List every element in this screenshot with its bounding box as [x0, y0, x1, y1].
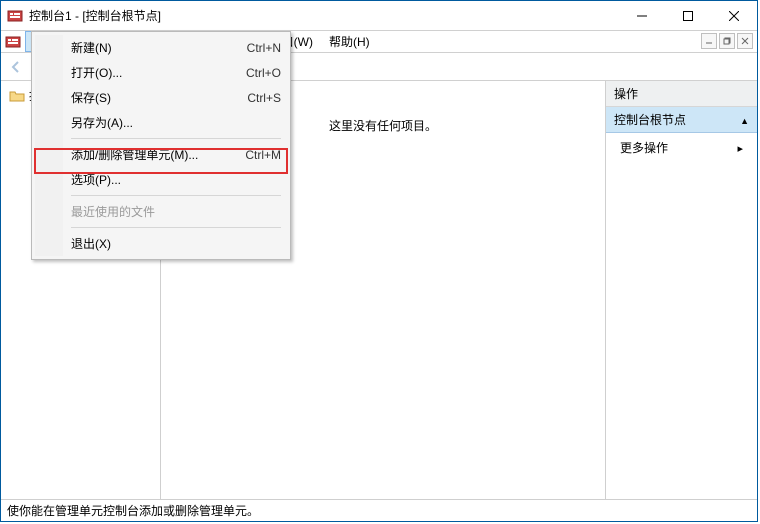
more-actions-link[interactable]: 更多操作 — [606, 133, 757, 162]
content-area: 控制台根节点 这里没有任何项目。 操作 控制台根节点 更多操作 新建(N) Ct… — [1, 81, 757, 499]
collapse-icon — [740, 113, 749, 127]
actions-panel: 操作 控制台根节点 更多操作 — [605, 81, 757, 499]
statusbar: 使你能在管理单元控制台添加或删除管理单元。 — [1, 499, 757, 521]
menu-open[interactable]: 打开(O)... Ctrl+O — [35, 60, 287, 85]
menu-exit[interactable]: 退出(X) — [35, 231, 287, 256]
mdi-restore-button[interactable] — [719, 33, 735, 49]
file-menu-dropdown: 新建(N) Ctrl+N 打开(O)... Ctrl+O 保存(S) Ctrl+… — [31, 31, 291, 260]
mdi-controls — [701, 33, 753, 49]
actions-section[interactable]: 控制台根节点 — [606, 107, 757, 133]
menu-help[interactable]: 帮助(H) — [321, 31, 378, 52]
menu-separator — [71, 227, 281, 228]
menu-separator — [71, 195, 281, 196]
minimize-button[interactable] — [619, 1, 665, 31]
menu-add-remove-snapin[interactable]: 添加/删除管理单元(M)... Ctrl+M — [35, 142, 287, 167]
window-title: 控制台1 - [控制台根节点] — [29, 7, 161, 24]
app-icon — [7, 8, 23, 24]
mdi-minimize-button[interactable] — [701, 33, 717, 49]
menu-new[interactable]: 新建(N) Ctrl+N — [35, 35, 287, 60]
menu-recent-files: 最近使用的文件 — [35, 199, 287, 224]
close-button[interactable] — [711, 1, 757, 31]
chevron-right-icon — [737, 141, 743, 155]
main-window: 控制台1 - [控制台根节点] 文件(F) 操作(A) 查看(V) 收藏夹(O)… — [0, 0, 758, 522]
mdi-close-button[interactable] — [737, 33, 753, 49]
back-button[interactable] — [5, 56, 27, 78]
folder-icon — [9, 88, 25, 104]
doc-icon — [5, 34, 21, 50]
more-actions-label: 更多操作 — [620, 139, 668, 156]
empty-text: 这里没有任何项目。 — [329, 117, 437, 134]
titlebar: 控制台1 - [控制台根节点] — [1, 1, 757, 31]
menu-save-as[interactable]: 另存为(A)... — [35, 110, 287, 135]
menu-options[interactable]: 选项(P)... — [35, 167, 287, 192]
menu-separator — [71, 138, 281, 139]
menu-save[interactable]: 保存(S) Ctrl+S — [35, 85, 287, 110]
status-text: 使你能在管理单元控制台添加或删除管理单元。 — [7, 502, 259, 519]
title-left: 控制台1 - [控制台根节点] — [7, 7, 161, 24]
maximize-button[interactable] — [665, 1, 711, 31]
actions-section-label: 控制台根节点 — [614, 111, 686, 128]
actions-header: 操作 — [606, 81, 757, 107]
window-controls — [619, 1, 757, 31]
